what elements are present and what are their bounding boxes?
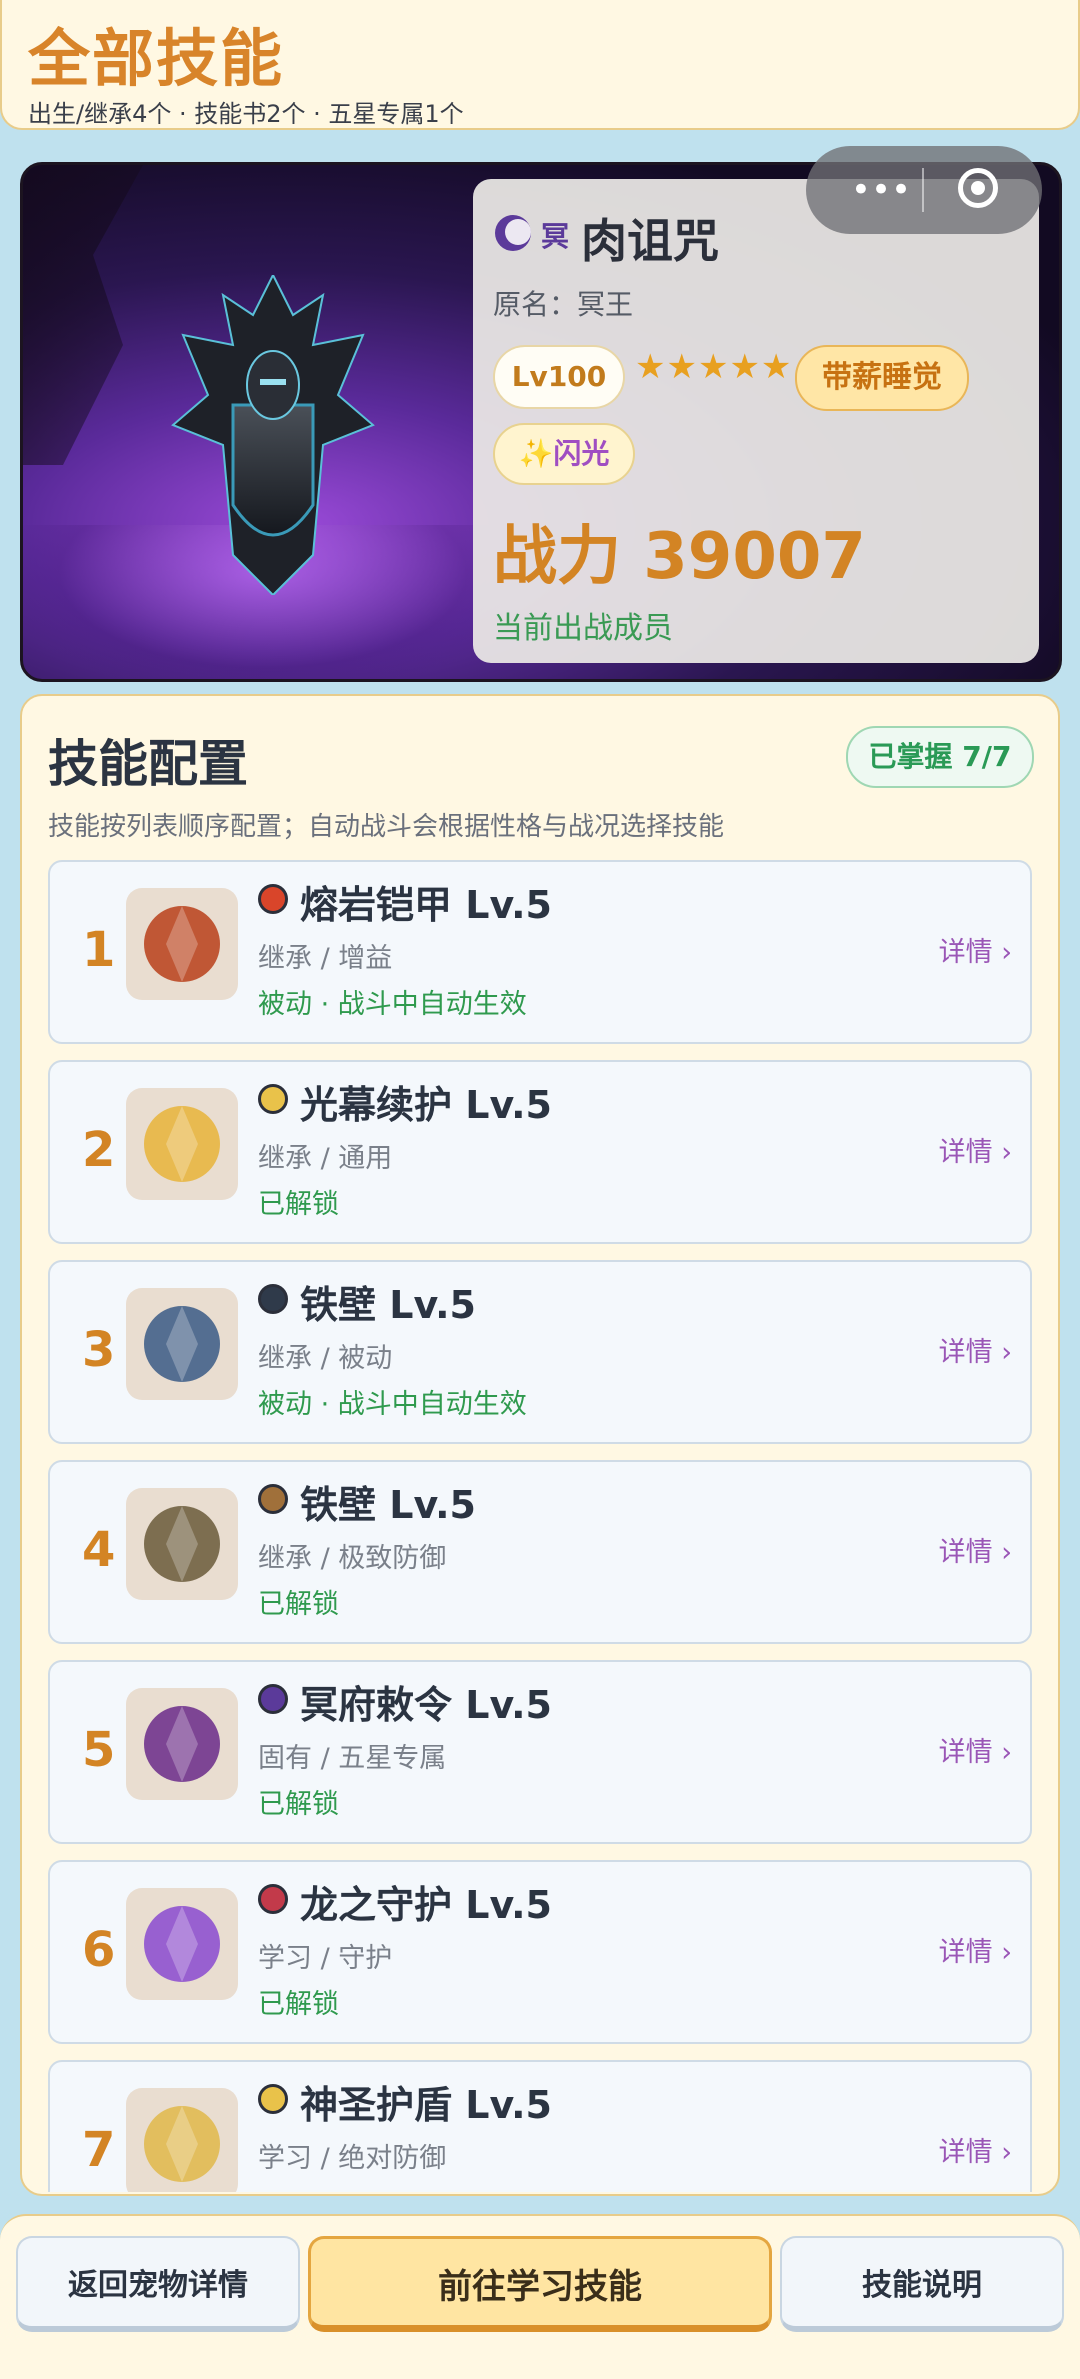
pet-hero-card: 冥 肉诅咒 原名：冥王 Lv100 ★★★★★ 带薪睡觉 ✨闪光 战力 3900… <box>20 162 1062 682</box>
skills-panel-description: 技能按列表顺序配置；自动战斗会根据性格与战况选择技能 <box>48 812 725 842</box>
skill-name: 铁壁 Lv.5 <box>300 1483 476 1527</box>
skill-row[interactable]: 2 光幕续护 Lv.5 继承 / 通用 已解锁 详情 › <box>48 1060 1032 1244</box>
skill-order-number: 1 <box>82 922 116 978</box>
skill-name: 神圣护盾 Lv.5 <box>300 2083 552 2127</box>
skill-name: 光幕续护 Lv.5 <box>300 1083 552 1127</box>
skill-list[interactable]: 1 熔岩铠甲 Lv.5 继承 / 增益 被动 · 战斗中自动生效 详情 › 2 光幕续护 L… <box>48 860 1036 2192</box>
skill-icon <box>126 1088 238 1200</box>
skill-category: 继承 / 极致防御 <box>258 1543 447 1574</box>
pet-portrait <box>171 275 375 595</box>
mastered-count-badge: 已掌握 7/7 <box>846 726 1034 788</box>
skill-detail-link[interactable]: 详情 › <box>939 1530 1012 1569</box>
skill-row[interactable]: 6 龙之守护 Lv.5 学习 / 守护 已解锁 详情 › <box>48 1860 1032 2044</box>
skills-panel-title: 技能配置 <box>48 735 248 793</box>
learn-skill-button[interactable]: 前往学习技能 <box>308 2236 772 2332</box>
skill-category: 继承 / 被动 <box>258 1343 393 1374</box>
skill-order-number: 2 <box>82 1122 116 1178</box>
skill-detail-link[interactable]: 详情 › <box>939 1130 1012 1169</box>
battle-status: 当前出战成员 <box>493 611 673 646</box>
skill-order-number: 4 <box>82 1522 116 1578</box>
page-subtitle: 出生/继承4个 · 技能书2个 · 五星专属1个 <box>28 100 464 128</box>
skill-order-number: 3 <box>82 1322 116 1378</box>
skill-icon <box>126 1288 238 1400</box>
skill-category: 学习 / 守护 <box>258 1943 393 1974</box>
skill-icon <box>126 1888 238 2000</box>
earth-element-icon <box>258 1484 288 1514</box>
dark-element-icon <box>258 1684 288 1714</box>
skill-help-button[interactable]: 技能说明 <box>780 2236 1064 2332</box>
skill-row[interactable]: 1 熔岩铠甲 Lv.5 继承 / 增益被动 · 战斗中自动生效 详情 › <box>48 860 1032 1044</box>
skill-name: 铁壁 Lv.5 <box>300 1283 476 1327</box>
shiny-badge: ✨闪光 <box>493 423 635 485</box>
skill-category: 学习 / 绝对防御 <box>258 2143 447 2174</box>
skill-category: 继承 / 增益 <box>258 943 393 974</box>
skill-status: 被动 · 战斗中自动生效 <box>258 1389 527 1420</box>
pet-info-card: 冥 肉诅咒 原名：冥王 Lv100 ★★★★★ 带薪睡觉 ✨闪光 战力 3900… <box>473 179 1039 663</box>
shiny-label: 闪光 <box>553 437 610 470</box>
skill-detail-link[interactable]: 详情 › <box>939 930 1012 969</box>
skill-detail-link[interactable]: 详情 › <box>939 1330 1012 1369</box>
skill-category: 继承 / 通用 <box>258 1143 393 1174</box>
skill-status: 已解锁 <box>258 1989 339 2020</box>
skill-status: 已解锁 <box>258 1189 339 1220</box>
light-element-icon <box>258 2084 288 2114</box>
star-rating: ★★★★★ <box>635 347 793 387</box>
more-menu-button[interactable]: ••• <box>836 170 926 210</box>
skill-icon <box>126 1488 238 1600</box>
skill-name: 冥府敕令 Lv.5 <box>300 1683 552 1727</box>
skills-panel: 技能配置 已掌握 7/7 技能按列表顺序配置；自动战斗会根据性格与战况选择技能 … <box>20 694 1060 2196</box>
element-tag: 冥 <box>541 220 570 253</box>
skill-detail-link[interactable]: 详情 › <box>939 1730 1012 1769</box>
skill-icon <box>126 1688 238 1800</box>
skill-row[interactable]: 7 神圣护盾 Lv.5 学习 / 绝对防御 详情 › <box>48 2060 1032 2192</box>
light-element-icon <box>258 1084 288 1114</box>
skill-row[interactable]: 3 铁壁 Lv.5 继承 / 被动被动 · 战斗中自动生效 详情 › <box>48 1260 1032 1444</box>
sparkle-icon: ✨ <box>518 437 554 470</box>
normal-element-icon <box>258 1284 288 1314</box>
skill-order-number: 7 <box>82 2122 116 2178</box>
back-to-pet-button[interactable]: 返回宠物详情 <box>16 2236 300 2332</box>
skill-name: 熔岩铠甲 Lv.5 <box>300 883 552 927</box>
pet-original-name: 原名：冥王 <box>493 288 634 321</box>
target-icon[interactable] <box>958 168 998 208</box>
trait-badge: 带薪睡觉 <box>795 345 969 411</box>
skill-icon <box>126 888 238 1000</box>
combat-power: 战力 39007 <box>493 520 866 594</box>
miniprogram-capsule: ••• <box>806 146 1042 234</box>
skill-order-number: 5 <box>82 1722 116 1778</box>
skill-row[interactable]: 5 冥府敕令 Lv.5 固有 / 五星专属 已解锁 详情 › <box>48 1660 1032 1844</box>
fire-element-icon <box>258 884 288 914</box>
skill-icon <box>126 2088 238 2192</box>
page-title: 全部技能 <box>28 22 285 95</box>
skill-category: 固有 / 五星专属 <box>258 1743 447 1774</box>
level-badge: Lv100 <box>493 345 625 409</box>
skill-status: 已解锁 <box>258 1589 339 1620</box>
dragon-element-icon <box>258 1884 288 1914</box>
capsule-divider <box>922 168 924 212</box>
skill-order-number: 6 <box>82 1922 116 1978</box>
pet-name: 肉诅咒 <box>581 214 719 268</box>
skill-row[interactable]: 4 铁壁 Lv.5 继承 / 极致防御 已解锁 详情 › <box>48 1460 1032 1644</box>
skill-detail-link[interactable]: 详情 › <box>939 1930 1012 1969</box>
dark-element-icon <box>495 215 531 251</box>
skill-status: 被动 · 战斗中自动生效 <box>258 989 527 1020</box>
skill-name: 龙之守护 Lv.5 <box>300 1883 552 1927</box>
bottom-action-bar: 返回宠物详情 前往学习技能 技能说明 <box>0 2214 1080 2379</box>
page-header: 全部技能 出生/继承4个 · 技能书2个 · 五星专属1个 <box>0 0 1080 130</box>
skill-detail-link[interactable]: 详情 › <box>939 2130 1012 2169</box>
skill-status: 已解锁 <box>258 1789 339 1820</box>
